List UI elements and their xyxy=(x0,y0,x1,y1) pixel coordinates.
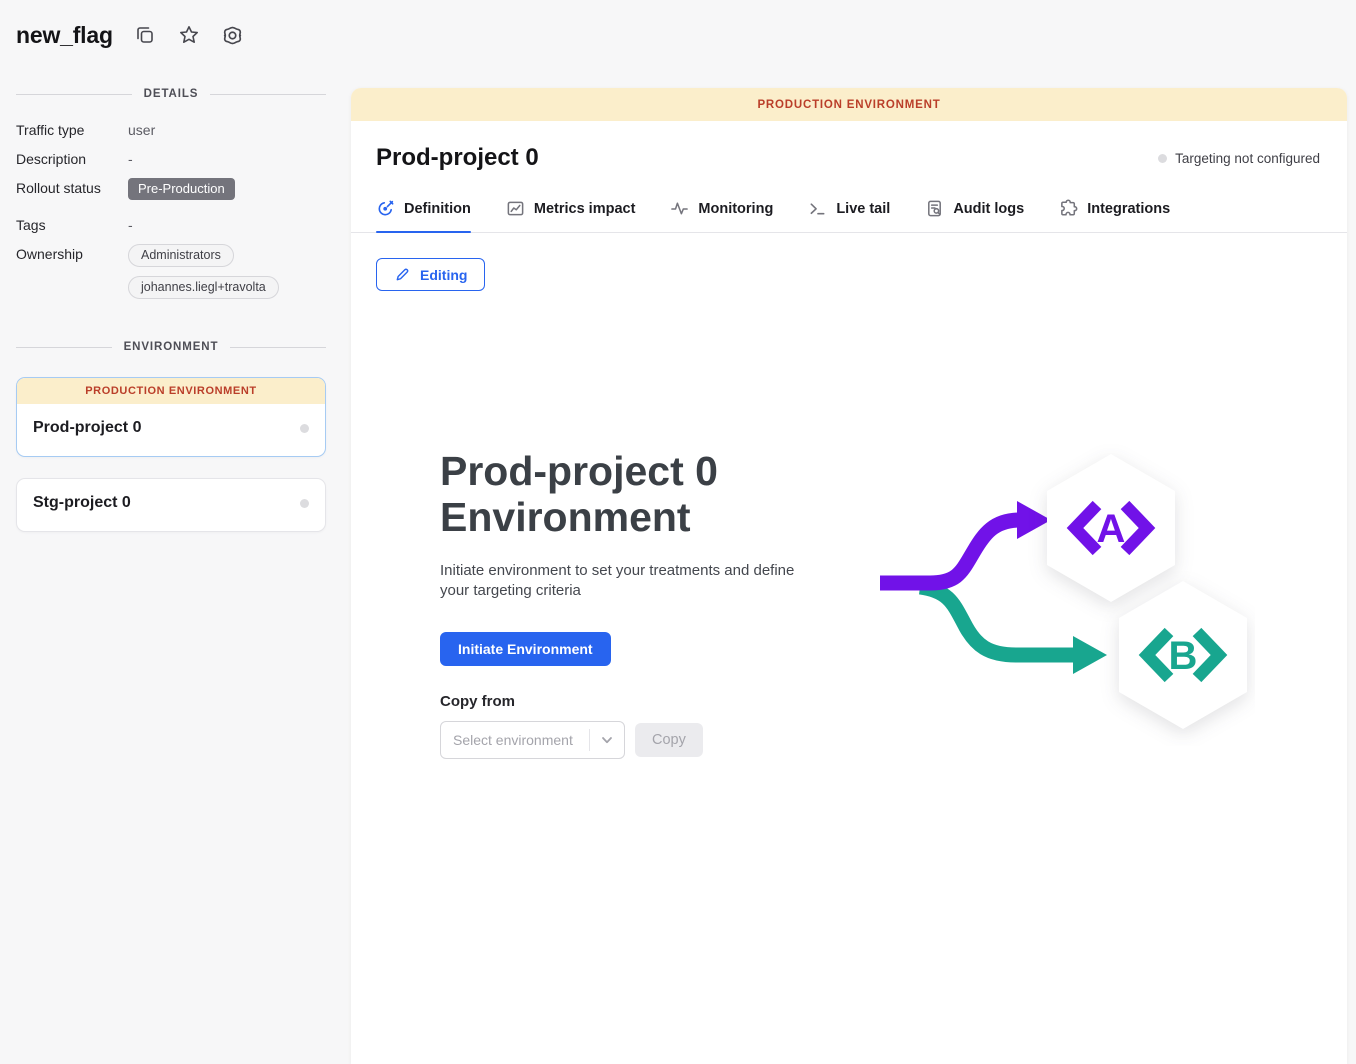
hero-heading-line: Prod-project 0 xyxy=(440,448,798,494)
tab-monitoring[interactable]: Monitoring xyxy=(670,199,773,232)
copy-button[interactable]: Copy xyxy=(635,723,703,757)
detail-label: Rollout status xyxy=(16,178,128,196)
panel-title-row: Prod-project 0 Targeting not configured xyxy=(351,121,1347,172)
rollout-status-badge: Pre-Production xyxy=(128,178,235,200)
terminal-icon xyxy=(808,199,827,218)
tab-bar: Definition Metrics impact Monitoring xyxy=(351,199,1347,233)
production-environment-banner: PRODUCTION ENVIRONMENT xyxy=(351,88,1347,121)
details-section-heading: DETAILS xyxy=(16,88,326,100)
environment-heading-label: ENVIRONMENT xyxy=(124,341,219,353)
hero-heading-line: Environment xyxy=(440,494,798,540)
ownership-pills: Administrators johannes.liegl+travolta xyxy=(128,244,279,299)
pencil-icon xyxy=(394,266,411,283)
tab-integrations[interactable]: Integrations xyxy=(1059,199,1170,232)
top-header: new_flag xyxy=(0,0,1356,70)
divider xyxy=(210,94,326,95)
detail-row-description: Description - xyxy=(16,149,326,167)
copy-name-button[interactable] xyxy=(133,23,157,47)
details-heading-label: DETAILS xyxy=(144,88,199,100)
main-panel: PRODUCTION ENVIRONMENT Prod-project 0 Ta… xyxy=(351,88,1347,1064)
divider xyxy=(16,94,132,95)
environment-select[interactable]: Select environment xyxy=(440,721,625,759)
detail-row-rollout-status: Rollout status Pre-Production xyxy=(16,178,326,200)
detail-label: Traffic type xyxy=(16,120,128,138)
tab-metrics-impact[interactable]: Metrics impact xyxy=(506,199,636,232)
detail-row-ownership: Ownership Administrators johannes.liegl+… xyxy=(16,244,326,299)
sidebar: DETAILS Traffic type user Description - … xyxy=(0,70,351,1064)
status-dot-icon xyxy=(1158,154,1167,163)
tab-label: Audit logs xyxy=(953,201,1024,217)
tab-label: Integrations xyxy=(1087,201,1170,217)
copy-from-label: Copy from xyxy=(440,693,798,710)
editing-button[interactable]: Editing xyxy=(376,258,485,291)
environment-card-prod[interactable]: PRODUCTION ENVIRONMENT Prod-project 0 xyxy=(16,377,326,457)
treatment-b-label: B xyxy=(1169,634,1198,678)
environment-name: Prod-project 0 xyxy=(33,419,141,437)
copy-from-row: Select environment Copy xyxy=(440,721,798,759)
treatment-a-label: A xyxy=(1097,507,1126,551)
divider xyxy=(16,347,112,348)
owner-pill: johannes.liegl+travolta xyxy=(128,276,279,299)
settings-button[interactable] xyxy=(221,23,245,47)
ab-split-illustration: A B xyxy=(870,441,1255,751)
tab-audit-logs[interactable]: Audit logs xyxy=(925,199,1024,232)
target-pencil-icon xyxy=(376,199,395,218)
detail-value: user xyxy=(128,120,155,138)
status-dot-icon xyxy=(300,499,309,508)
detail-value: Pre-Production xyxy=(128,178,235,200)
star-icon xyxy=(178,24,200,46)
status-dot-icon xyxy=(300,424,309,433)
tab-label: Definition xyxy=(404,201,471,217)
environment-card-staging[interactable]: Stg-project 0 xyxy=(16,478,326,532)
hero-subtitle: Initiate environment to set your treatme… xyxy=(440,561,798,601)
environment-card-row: Prod-project 0 xyxy=(17,404,325,456)
gear-icon xyxy=(221,24,244,47)
select-placeholder: Select environment xyxy=(441,732,589,748)
environment-section-heading: ENVIRONMENT xyxy=(16,341,326,353)
tab-label: Monitoring xyxy=(698,201,773,217)
targeting-status-label: Targeting not configured xyxy=(1175,151,1320,166)
detail-label: Tags xyxy=(16,215,128,233)
targeting-status: Targeting not configured xyxy=(1158,151,1320,166)
initiate-environment-button[interactable]: Initiate Environment xyxy=(440,632,611,666)
detail-row-tags: Tags - xyxy=(16,215,326,233)
detail-value: - xyxy=(128,215,133,233)
treatment-a-hexagon: A xyxy=(1047,454,1175,602)
detail-label: Ownership xyxy=(16,244,128,262)
document-search-icon xyxy=(925,199,944,218)
detail-label: Description xyxy=(16,149,128,167)
tab-live-tail[interactable]: Live tail xyxy=(808,199,890,232)
environment-title: Prod-project 0 xyxy=(376,144,539,172)
production-environment-banner: PRODUCTION ENVIRONMENT xyxy=(17,378,325,404)
environment-name: Stg-project 0 xyxy=(33,494,131,512)
hero-heading: Prod-project 0 Environment xyxy=(440,448,798,540)
tab-label: Live tail xyxy=(836,201,890,217)
puzzle-icon xyxy=(1059,199,1078,218)
environment-hero: Prod-project 0 Environment Initiate envi… xyxy=(440,448,798,759)
environment-card-list: PRODUCTION ENVIRONMENT Prod-project 0 St… xyxy=(16,377,326,532)
editing-button-label: Editing xyxy=(420,267,467,283)
chevron-down-icon xyxy=(590,733,624,747)
treatment-b-hexagon: B xyxy=(1119,581,1247,729)
divider xyxy=(230,347,326,348)
owner-pill: Administrators xyxy=(128,244,234,267)
detail-value: - xyxy=(128,149,133,167)
pulse-icon xyxy=(670,199,689,218)
copy-icon xyxy=(134,24,156,46)
favorite-button[interactable] xyxy=(177,23,201,47)
flag-name-title: new_flag xyxy=(16,22,113,49)
tab-definition[interactable]: Definition xyxy=(376,199,471,232)
tab-label: Metrics impact xyxy=(534,201,636,217)
line-chart-icon xyxy=(506,199,525,218)
detail-row-traffic-type: Traffic type user xyxy=(16,120,326,138)
details-list: Traffic type user Description - Rollout … xyxy=(16,120,326,299)
environment-card-row: Stg-project 0 xyxy=(17,479,325,531)
